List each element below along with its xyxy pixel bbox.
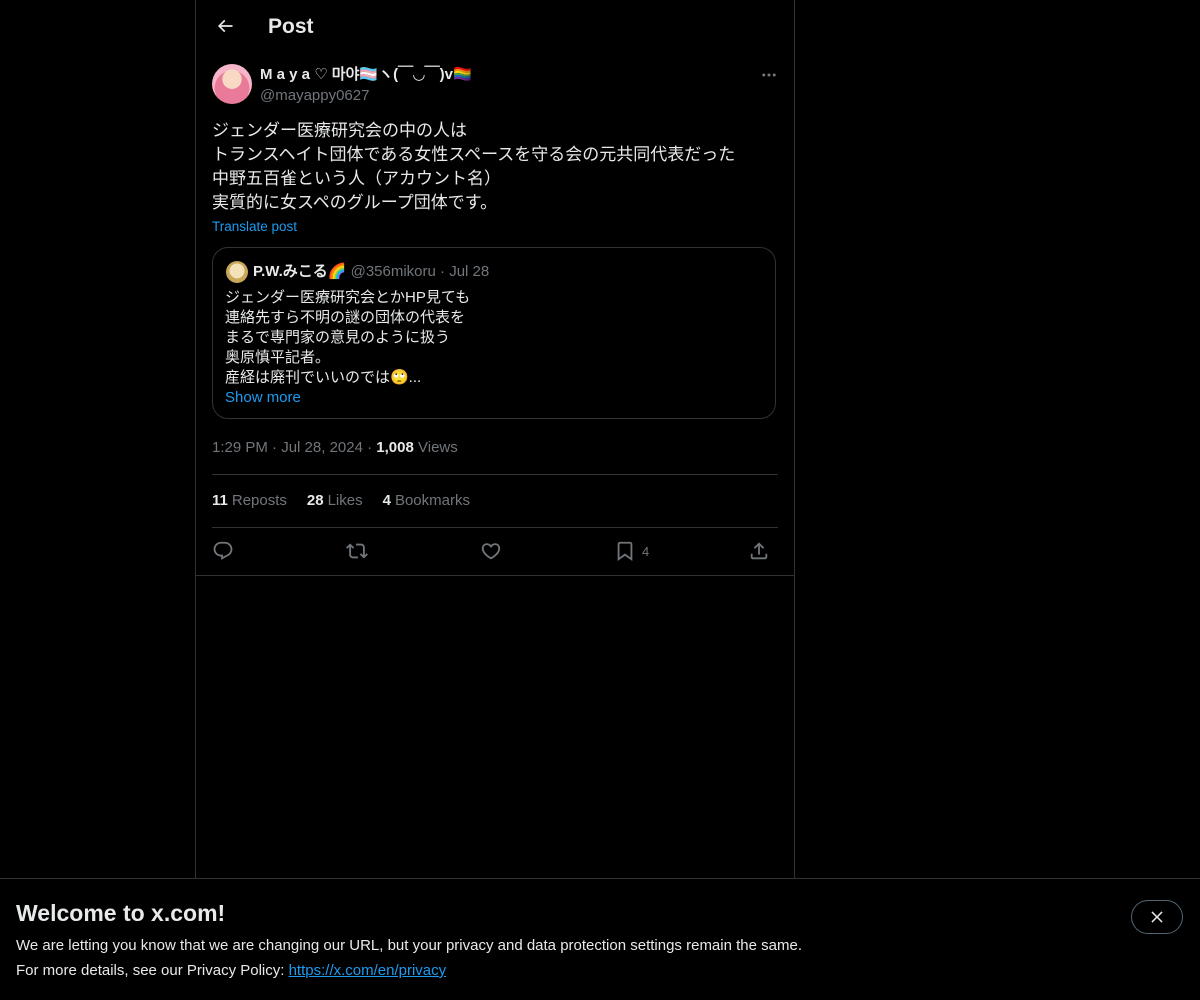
bookmark-count: 4 xyxy=(642,543,650,559)
author-handle[interactable]: @mayappy0627 xyxy=(260,86,369,106)
dot-separator: · xyxy=(440,263,450,280)
repost-icon xyxy=(346,543,368,559)
views-count: 1,008 xyxy=(376,439,414,456)
action-bar: 4 xyxy=(212,536,778,566)
like-button[interactable] xyxy=(480,536,502,566)
post-time[interactable]: 1:29 PM xyxy=(212,439,268,456)
arrow-left-icon xyxy=(217,19,233,33)
bookmark-button[interactable]: 4 xyxy=(614,536,649,566)
quote-avatar xyxy=(226,261,248,283)
banner-text: We are letting you know that we are chan… xyxy=(16,937,802,954)
divider xyxy=(212,527,778,528)
banner-privacy-prefix: For more details, see our Privacy Policy… xyxy=(16,962,289,979)
likes-stat[interactable]: 28 Likes xyxy=(307,491,363,511)
quote-header: P.W.みこる🌈 @356mikoru · Jul 28 xyxy=(253,261,489,283)
reposts-count: 11 xyxy=(212,492,228,509)
reposts-stat[interactable]: 11 Reposts xyxy=(212,491,287,511)
like-icon xyxy=(481,543,501,560)
quote-author-handle: @356mikoru xyxy=(350,263,436,280)
close-banner-button[interactable] xyxy=(1131,900,1183,934)
reposts-label: Reposts xyxy=(231,492,287,509)
post-stats: 11 Reposts 28 Likes 4 Bookmarks xyxy=(212,491,470,511)
likes-label: Likes xyxy=(327,492,363,509)
back-button[interactable] xyxy=(208,9,242,43)
bookmarks-stat[interactable]: 4 Bookmarks xyxy=(383,491,470,511)
quote-author-name: P.W.みこる🌈 xyxy=(253,263,347,280)
post-text: ジェンダー医療研究会の中の人は トランスヘイト団体である女性スペースを守る会の元… xyxy=(212,121,736,212)
translate-link[interactable]: Translate post xyxy=(212,218,297,236)
header: Post xyxy=(196,0,794,54)
banner-title: Welcome to x.com! xyxy=(16,900,226,926)
bookmark-icon xyxy=(617,541,633,562)
likes-count: 28 xyxy=(306,492,324,509)
page-title: Post xyxy=(268,15,314,38)
divider xyxy=(212,474,778,475)
privacy-policy-link[interactable]: https://x.com/en/privacy xyxy=(289,962,447,979)
dot-separator: · xyxy=(272,439,282,456)
share-icon xyxy=(750,542,768,560)
more-icon xyxy=(762,73,776,77)
column-divider xyxy=(196,575,794,576)
close-icon xyxy=(1151,911,1163,923)
quoted-post[interactable]: P.W.みこる🌈 @356mikoru · Jul 28 ジェンダー医療研究会と… xyxy=(212,247,776,419)
bookmarks-label: Bookmarks xyxy=(394,492,470,509)
share-button[interactable] xyxy=(748,536,770,566)
bookmarks-count: 4 xyxy=(382,492,391,509)
quote-text: ジェンダー医療研究会とかHP見ても 連絡先すら不明の謎の団体の代表を まるで専門… xyxy=(225,289,471,386)
views-label: Views xyxy=(418,439,458,456)
reply-icon xyxy=(213,541,233,560)
dot-separator: · xyxy=(367,439,377,456)
show-more-link[interactable]: Show more xyxy=(225,388,301,408)
more-button[interactable] xyxy=(756,64,782,86)
post-meta: 1:29 PM · Jul 28, 2024 · 1,008 Views xyxy=(212,438,458,458)
quote-date: Jul 28 xyxy=(449,263,490,280)
avatar[interactable] xyxy=(212,64,252,104)
repost-button[interactable] xyxy=(346,536,368,566)
banner-privacy-line: For more details, see our Privacy Policy… xyxy=(16,961,446,981)
welcome-banner: Welcome to x.com! We are letting you kno… xyxy=(0,878,1200,1000)
post-date[interactable]: Jul 28, 2024 xyxy=(281,439,363,456)
reply-button[interactable] xyxy=(212,536,234,566)
main-column: Post M a y a ♡ 마야🏳️‍⚧️ヽ(￣◡￣)v🏳️‍🌈 @mayap… xyxy=(195,0,795,1000)
author-name[interactable]: M a y a ♡ 마야🏳️‍⚧️ヽ(￣◡￣)v🏳️‍🌈 xyxy=(260,65,472,85)
